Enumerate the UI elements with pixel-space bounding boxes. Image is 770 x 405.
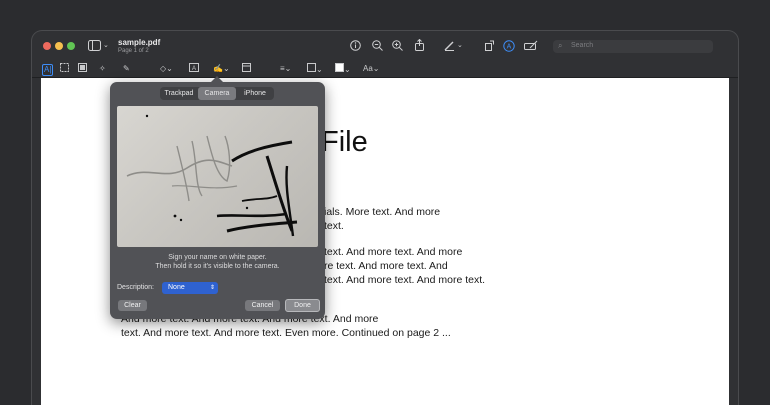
shapes-icon[interactable]: ◇⌄ [160, 63, 173, 75]
text-selection-tool[interactable]: A| [42, 64, 54, 76]
search-placeholder: Search [571, 42, 594, 49]
camera-hint-line2: Then hold it so it's visible to the came… [155, 263, 280, 270]
maximize-window-button[interactable] [67, 42, 75, 50]
tab-trackpad[interactable]: Trackpad [160, 87, 198, 100]
svg-text:A: A [192, 66, 196, 72]
document-heading: File [321, 126, 368, 158]
text-box-icon[interactable]: A [189, 63, 199, 76]
instant-alpha-icon[interactable]: ✧ [99, 63, 106, 75]
description-label: Description: [117, 284, 154, 291]
fill-color-icon[interactable]: ⌄ [335, 63, 351, 76]
share-icon[interactable] [414, 38, 425, 54]
rotate-icon[interactable] [484, 40, 495, 54]
text-style-label: Aa [363, 64, 373, 73]
document-text-line: text. And more text. And more text. Even… [121, 327, 451, 339]
signature-popover: Trackpad Camera iPhone Sign your name on… [110, 76, 325, 319]
document-text-line: ials. More text. And more [324, 206, 441, 218]
search-field[interactable]: ⌕ Search [553, 40, 713, 53]
document-text-line: re text. And more text. And [324, 260, 448, 272]
note-icon[interactable] [242, 63, 251, 76]
title-bar: ⌄ sample.pdf Page 1 of 2 ⌄ A ⌕ Search [32, 31, 738, 61]
signature-camera-image [126, 114, 298, 237]
document-text-line: text. [324, 220, 344, 232]
camera-preview [117, 106, 318, 247]
chevron-up-down-icon: ⇕ [209, 285, 215, 291]
signature-icon[interactable]: ✍⌄ [213, 63, 230, 75]
markup-toolbar: A| ✧ ✎ ◇⌄ A ✍⌄ ≡⌄ ⌄ ⌄ Aa⌄ [32, 61, 738, 78]
rectangular-selection-icon[interactable] [60, 63, 69, 76]
tab-camera[interactable]: Camera [198, 87, 236, 100]
sidebar-icon[interactable] [88, 40, 101, 54]
chevron-down-icon[interactable]: ⌄ [103, 40, 109, 52]
description-select[interactable]: None ⇕ [162, 282, 218, 294]
page-indicator: Page 1 of 2 [118, 48, 149, 54]
document-text-line: text. And more text. And more [324, 246, 463, 258]
minimize-window-button[interactable] [55, 42, 63, 50]
zoom-out-icon[interactable] [372, 40, 383, 54]
line-style-icon[interactable]: ≡⌄ [280, 63, 291, 75]
cancel-button[interactable]: Cancel [245, 300, 280, 311]
svg-text:A: A [507, 44, 512, 51]
sketch-icon[interactable]: ✎ [123, 63, 130, 75]
input-source-segmented-control: Trackpad Camera iPhone [160, 87, 274, 100]
search-icon: ⌕ [558, 41, 563, 50]
border-color-icon[interactable]: ⌄ [307, 63, 323, 76]
info-icon[interactable] [350, 40, 361, 54]
camera-hint-line1: Sign your name on white paper. [168, 254, 267, 261]
close-window-button[interactable] [43, 42, 51, 50]
document-text-line: text. And more text. And more text. [324, 274, 486, 286]
redact-icon[interactable] [78, 63, 87, 76]
zoom-in-icon[interactable] [392, 40, 403, 54]
done-button[interactable]: Done [285, 299, 320, 312]
description-value: None [168, 284, 185, 291]
document-title: sample.pdf [118, 38, 161, 47]
form-edit-icon[interactable] [524, 40, 538, 54]
chevron-down-icon[interactable]: ⌄ [457, 40, 463, 52]
pen-icon[interactable] [444, 40, 455, 54]
tab-iphone[interactable]: iPhone [236, 87, 274, 100]
highlight-icon[interactable]: A [503, 40, 515, 55]
clear-button[interactable]: Clear [118, 300, 147, 311]
text-style-button[interactable]: Aa⌄ [363, 63, 380, 75]
